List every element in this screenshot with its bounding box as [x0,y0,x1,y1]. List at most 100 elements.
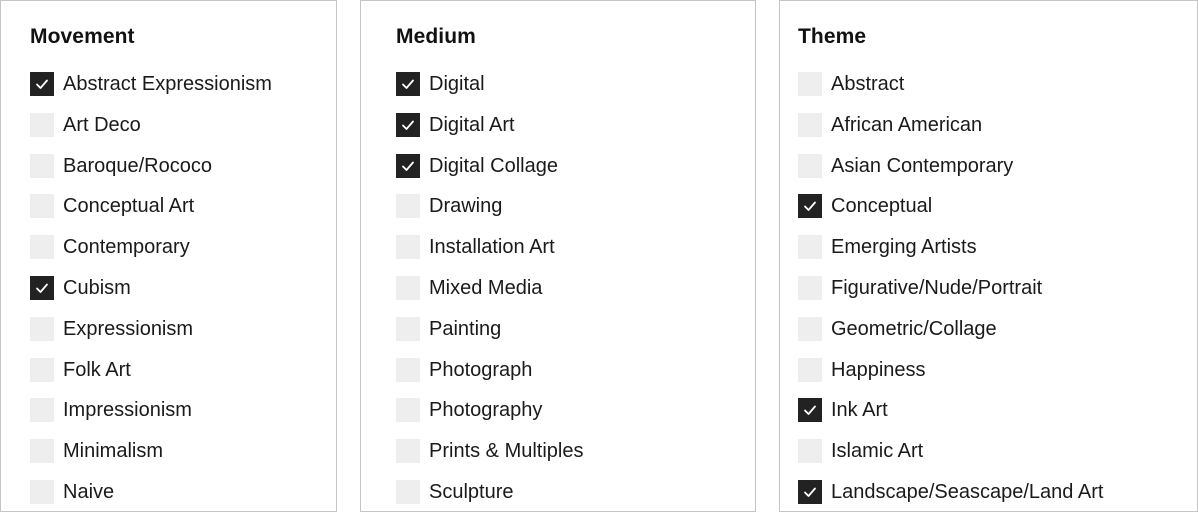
option-label: Painting [429,317,502,340]
panel-title: Medium [396,25,476,48]
option-label: Mixed Media [429,276,543,299]
checkbox[interactable] [798,72,822,96]
filter-option-medium[interactable]: Photograph [396,357,584,399]
filter-option-theme[interactable]: Figurative/Nude/Portrait [798,275,1103,317]
option-label: Minimalism [63,440,163,463]
checkbox[interactable] [798,275,822,300]
filter-option-movement[interactable]: Art Deco [30,112,272,154]
filter-option-medium[interactable]: Digital [396,72,584,113]
checkbox[interactable] [798,316,822,341]
checkbox[interactable] [798,112,822,137]
option-label: Art Deco [63,113,141,136]
checkbox[interactable] [30,194,54,219]
checkmark-icon [804,201,816,212]
filter-option-medium[interactable]: Photography [396,398,584,439]
checkbox[interactable] [798,439,822,464]
option-label: Naive [63,480,115,503]
filter-option-medium[interactable]: Installation Art [396,235,584,276]
filter-option-theme[interactable]: Islamic Art [798,439,1103,480]
checkbox[interactable] [30,112,54,137]
option-label: Figurative/Nude/Portrait [831,276,1043,299]
checkbox[interactable] [396,235,420,260]
filter-option-theme[interactable]: Landscape/Seascape/Land Art [798,479,1104,521]
checkbox[interactable] [30,153,54,178]
option-label: Impressionism [63,399,192,422]
filter-option-theme[interactable]: Geometric/Collage [798,316,1103,358]
option-label: Ink Art [831,399,888,422]
option-label: Sculpture [429,480,514,503]
checkbox[interactable] [30,316,54,341]
filter-option-movement[interactable]: Impressionism [30,398,272,439]
checkbox[interactable] [396,398,420,423]
checkbox[interactable] [30,357,54,382]
filter-option-movement[interactable]: Folk Art [30,357,272,399]
checkbox[interactable] [396,439,420,464]
option-list: Digital Digital Art Digital Collage Drawing… [396,72,584,521]
checkbox[interactable] [798,479,822,504]
filter-option-movement[interactable]: Baroque/Rococo [30,153,272,195]
filter-option-medium[interactable]: Mixed Media [396,275,584,317]
filter-option-medium[interactable]: Drawing [396,194,584,235]
filter-option-movement[interactable]: Contemporary [30,235,272,276]
checkbox[interactable] [396,316,420,341]
option-label: Emerging Artists [831,236,977,259]
checkbox[interactable] [798,194,822,219]
filter-option-medium[interactable]: Sculpture [396,479,584,521]
filter-option-theme[interactable]: Asian Contemporary [798,153,1103,195]
filter-option-theme[interactable]: Conceptual [798,194,1103,235]
panel-title: Movement [30,25,135,48]
checkmark-icon [402,120,414,130]
filter-option-medium[interactable]: Digital Art [396,112,584,154]
filter-option-medium[interactable]: Prints & Multiples [396,439,584,480]
checkmark-icon [36,283,48,293]
filter-option-theme[interactable]: Ink Art [798,398,1103,439]
checkbox[interactable] [30,439,54,464]
checkbox[interactable] [30,479,54,504]
checkbox[interactable] [798,153,822,178]
filter-option-theme[interactable]: Abstract [798,72,1103,113]
option-label: Expressionism [63,317,194,340]
checkbox[interactable] [396,275,420,300]
checkbox[interactable] [798,357,822,382]
filter-option-theme[interactable]: African American [798,112,1103,154]
checkbox[interactable] [396,72,420,96]
filter-option-movement[interactable]: Cubism [30,275,272,317]
option-label: Abstract Expressionism [63,73,272,95]
checkbox[interactable] [30,275,54,300]
option-label: Photograph [429,358,533,381]
option-label: Contemporary [63,236,190,259]
checkbox[interactable] [396,153,420,178]
filter-option-medium[interactable]: Painting [396,316,584,358]
checkbox[interactable] [30,72,54,96]
checkbox[interactable] [30,398,54,423]
filter-option-movement[interactable]: Conceptual Art [30,194,272,235]
checkbox[interactable] [396,479,420,504]
filter-option-movement[interactable]: Naive [30,479,272,521]
option-label: Digital [429,73,485,95]
option-label: Landscape/Seascape/Land Art [831,480,1104,503]
filter-option-medium[interactable]: Digital Collage [396,153,584,195]
checkbox[interactable] [396,194,420,219]
option-label: Geometric/Collage [831,317,997,340]
filter-option-theme[interactable]: Happiness [798,357,1103,399]
checkbox[interactable] [396,112,420,137]
filter-option-movement[interactable]: Expressionism [30,316,272,358]
option-label: Conceptual Art [63,195,195,218]
filter-option-movement[interactable]: Abstract Expressionism [30,72,272,113]
checkbox[interactable] [30,235,54,260]
option-label: Abstract [831,73,905,95]
option-label: Drawing [429,195,503,218]
filter-option-movement[interactable]: Minimalism [30,439,272,480]
filter-option-theme[interactable]: Emerging Artists [798,235,1103,276]
option-label: Photography [429,399,543,422]
panel-title: Theme [798,25,867,48]
option-label: Installation Art [429,236,555,259]
checkbox[interactable] [396,357,420,382]
filter-panel-theme: Theme Abstract African American Asian Cont… [779,0,1198,512]
filter-panel-movement: Movement Abstract Expressionism Art Deco B… [0,0,337,512]
checkmark-icon [402,79,414,89]
checkbox[interactable] [798,398,822,423]
option-label: Asian Contemporary [831,154,1014,177]
option-list: Abstract African American Asian Contempora… [798,72,1103,521]
checkbox[interactable] [798,235,822,260]
